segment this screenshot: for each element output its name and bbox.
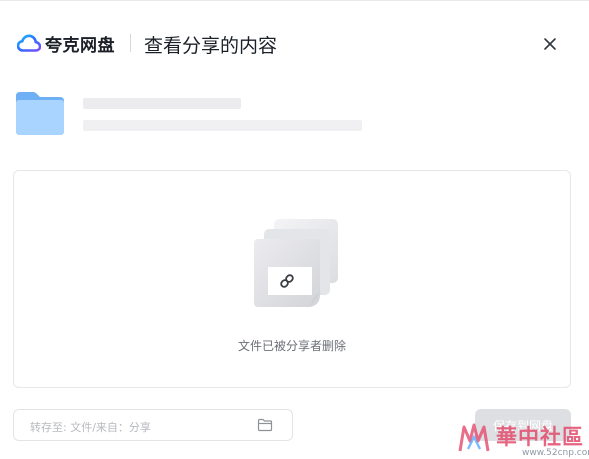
watermark-text: 華中社區 bbox=[496, 424, 584, 449]
dialog-title: 查看分享的内容 bbox=[144, 35, 278, 57]
broken-link-file-icon bbox=[254, 219, 338, 307]
quark-cloud-logo-icon bbox=[17, 34, 41, 52]
watermark: 華中社區 www.52cnp.com bbox=[456, 419, 589, 459]
watermark-url: www.52cnp.com bbox=[522, 448, 589, 458]
dialog-header: 夸克网盘 查看分享的内容 bbox=[0, 1, 589, 85]
folder-outline-icon bbox=[257, 418, 273, 432]
folder-icon bbox=[16, 92, 64, 135]
empty-message: 文件已被分享者删除 bbox=[237, 339, 346, 353]
close-button[interactable] bbox=[540, 34, 560, 54]
save-path-selector[interactable]: 转存至: 文件/来自：分享 bbox=[13, 409, 293, 441]
header-divider bbox=[130, 34, 131, 52]
file-name-placeholder bbox=[83, 98, 241, 109]
content-panel: 文件已被分享者删除 bbox=[13, 170, 571, 388]
file-info-placeholder bbox=[83, 120, 362, 131]
brand: 夸克网盘 bbox=[17, 32, 115, 56]
share-dialog: 夸克网盘 查看分享的内容 文件已被分享者删除 转存至: 文件/来自：分享 保存到… bbox=[0, 0, 589, 459]
watermark-logo-icon bbox=[458, 423, 490, 452]
save-path-text: 转存至: 文件/来自：分享 bbox=[30, 421, 151, 434]
brand-name: 夸克网盘 bbox=[45, 35, 115, 56]
close-icon bbox=[544, 38, 556, 50]
